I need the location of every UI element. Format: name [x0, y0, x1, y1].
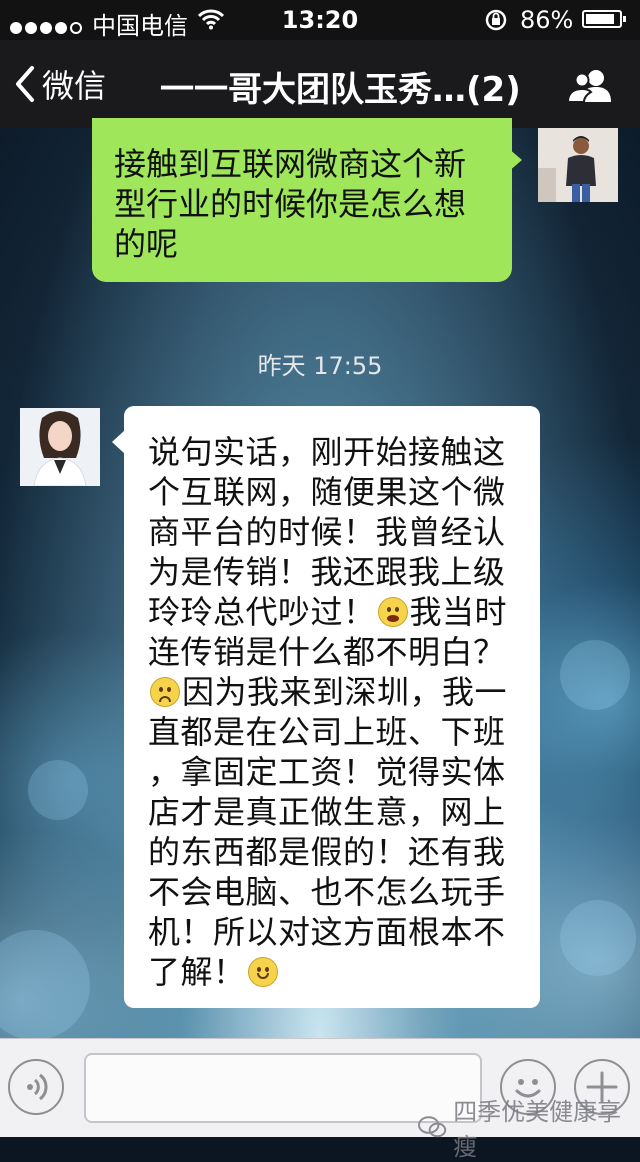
- rotation-lock-icon: [485, 9, 507, 31]
- message-timestamp: 昨天 17:55: [257, 352, 383, 380]
- message-line: 机！所以对这方面根本不: [148, 913, 506, 951]
- message-line: 的呢: [114, 225, 179, 263]
- chevron-left-icon: [16, 66, 34, 102]
- wechat-logo-icon: [418, 1116, 447, 1138]
- voice-icon: [27, 1073, 48, 1101]
- message-line: 个互联网，随便果这个微: [148, 473, 506, 511]
- bubble-tail: [508, 148, 522, 172]
- message-line: 了解！: [148, 952, 524, 992]
- message-line: ，拿固定工资！觉得实体: [148, 753, 506, 791]
- message-line: 因为我来到深圳，我一: [148, 672, 524, 712]
- message-line: 接触到互联网微商这个新: [114, 145, 467, 183]
- message-line: 店才是真正做生意，网上: [148, 793, 506, 831]
- message-fragment: 因为我来到深圳，我一: [182, 673, 508, 711]
- message-line: 型行业的时候你是怎么想: [114, 185, 467, 223]
- battery-icon: [582, 10, 626, 28]
- message-line: 玲玲总代吵过！ 我当时: [148, 592, 524, 632]
- watermark: 四季优美健康享瘦: [418, 1092, 640, 1162]
- chat-title: 一一哥大团队玉秀…(2): [160, 70, 521, 110]
- battery-percent: 86%: [520, 6, 574, 34]
- sender-avatar[interactable]: [20, 408, 100, 486]
- group-members-icon[interactable]: [566, 68, 614, 102]
- sad-face-icon: [150, 677, 180, 707]
- message-line: 商平台的时候！我曾经认: [148, 513, 506, 551]
- message-line: 连传销是什么都不明白？: [148, 633, 506, 671]
- received-message-text: 说句实话，刚开始接触这 个互联网，随便果这个微 商平台的时候！我曾经认 为是传销…: [148, 432, 524, 992]
- watermark-text: 四季优美健康享瘦: [453, 1098, 622, 1161]
- navigation-bar: 微信 一一哥大团队玉秀…(2): [0, 40, 640, 128]
- person-photo: [20, 408, 100, 486]
- message-line: 说句实话，刚开始接触这: [148, 433, 506, 471]
- message-line: 为是传销！我还跟我上级: [148, 553, 506, 591]
- sent-message-text: 接触到互联网微商这个新 型行业的时候你是怎么想 的呢: [114, 144, 494, 264]
- sent-message-bubble[interactable]: 接触到互联网微商这个新 型行业的时候你是怎么想 的呢: [92, 118, 512, 282]
- message-fragment: 我当时: [409, 593, 508, 631]
- message-line: 不会电脑、也不怎么玩手: [148, 873, 506, 911]
- anguished-face-icon: [377, 597, 408, 627]
- message-line: 的东西都是假的！还有我: [148, 833, 506, 871]
- received-message-bubble[interactable]: 说句实话，刚开始接触这 个互联网，随便果这个微 商平台的时候！我曾经认 为是传销…: [124, 406, 540, 1008]
- person-photo: [538, 128, 618, 202]
- message-line: 直都是在公司上班、下班: [148, 713, 506, 751]
- message-fragment: 玲玲总代吵过！: [148, 593, 376, 631]
- my-avatar[interactable]: [538, 128, 618, 202]
- back-button[interactable]: 微信: [14, 62, 106, 106]
- status-bar: 中国电信 13:20 86%: [0, 0, 640, 40]
- back-label: 微信: [42, 67, 107, 105]
- message-fragment: 了解！: [148, 953, 246, 991]
- smile-face-icon: [247, 957, 278, 987]
- voice-input-button[interactable]: [8, 1059, 64, 1115]
